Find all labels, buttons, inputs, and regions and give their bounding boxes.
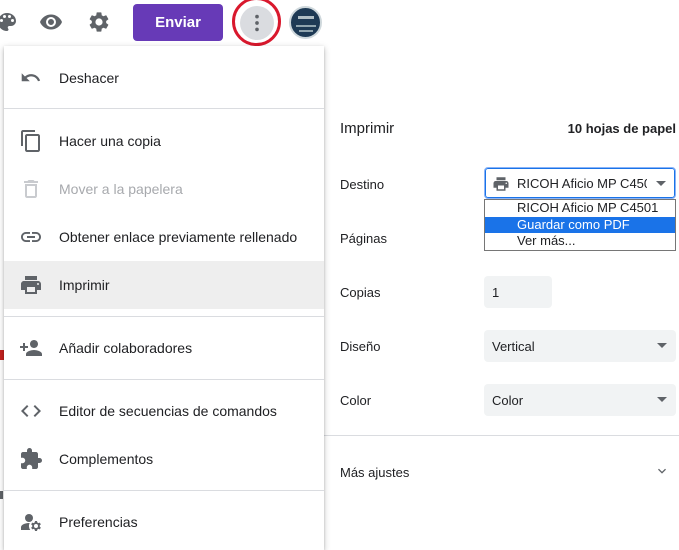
divider: [324, 435, 679, 436]
menu-item-prefilled-link[interactable]: Obtener enlace previamente rellenado: [4, 213, 324, 261]
chevron-down-icon: [657, 397, 667, 402]
puzzle-icon: [19, 447, 43, 471]
expand-more-icon[interactable]: [654, 463, 670, 479]
color-select[interactable]: Color: [484, 384, 676, 416]
destination-option[interactable]: Ver más...: [485, 233, 675, 250]
menu-item-undo[interactable]: Deshacer: [4, 54, 324, 102]
destination-value: RICOH Aficio MP C4501: [517, 175, 647, 191]
chevron-down-icon: [656, 181, 666, 186]
person-settings-icon: [19, 510, 43, 534]
menu-item-label: Añadir colaboradores: [59, 340, 193, 356]
menu-item-make-copy[interactable]: Hacer una copia: [4, 117, 324, 165]
menu-item-label: Deshacer: [59, 70, 119, 86]
print-title: Imprimir: [340, 120, 395, 137]
preview-icon[interactable]: [38, 9, 64, 35]
chevron-down-icon: [657, 343, 667, 348]
color-value: Color: [492, 392, 524, 408]
link-icon: [19, 225, 43, 249]
background-mark: [0, 491, 3, 499]
menu-item-preferences[interactable]: Preferencias: [4, 498, 324, 546]
undo-icon: [19, 66, 43, 90]
menu-item-label: Mover a la papelera: [59, 181, 183, 197]
settings-icon[interactable]: [86, 9, 112, 35]
menu-item-print[interactable]: Imprimir: [4, 261, 324, 309]
layout-label: Diseño: [340, 339, 381, 354]
layout-select[interactable]: Vertical: [484, 330, 676, 362]
divider: [4, 108, 324, 109]
destination-options-list: RICOH Aficio MP C4501 Guardar como PDF V…: [484, 199, 676, 251]
layout-value: Vertical: [492, 338, 535, 354]
divider: [4, 316, 324, 317]
menu-item-label: Editor de secuencias de comandos: [59, 403, 277, 419]
print-icon: [19, 273, 43, 297]
pages-label: Páginas: [340, 231, 387, 246]
destination-option[interactable]: RICOH Aficio MP C4501: [485, 200, 675, 217]
menu-item-script-editor[interactable]: Editor de secuencias de comandos: [4, 387, 324, 435]
send-button[interactable]: Enviar: [133, 4, 223, 41]
highlight-circle-annotation: [232, 0, 281, 46]
divider: [4, 490, 324, 491]
avatar[interactable]: [289, 6, 322, 39]
menu-item-move-to-trash: Mover a la papelera: [4, 165, 324, 213]
destination-label: Destino: [340, 177, 385, 192]
color-label: Color: [340, 393, 372, 408]
more-settings-toggle[interactable]: Más ajustes: [340, 465, 409, 480]
printer-icon: [493, 177, 509, 191]
more-options-menu: Deshacer Hacer una copia Mover a la pape…: [4, 46, 324, 550]
sheet-count: 10 hojas de papel: [567, 121, 676, 136]
add-people-icon: [19, 336, 43, 360]
copy-icon: [19, 129, 43, 153]
menu-item-add-collaborators[interactable]: Añadir colaboradores: [4, 324, 324, 372]
divider: [4, 379, 324, 380]
print-dialog: Imprimir 10 hojas de papel Destino RICOH…: [324, 100, 679, 550]
toolbar: Enviar: [0, 0, 679, 46]
code-icon: [19, 399, 43, 423]
destination-select[interactable]: RICOH Aficio MP C4501: [484, 167, 676, 199]
menu-item-label: Obtener enlace previamente rellenado: [59, 229, 298, 245]
trash-icon: [19, 177, 43, 201]
menu-item-label: Preferencias: [59, 514, 138, 530]
menu-item-label: Imprimir: [59, 277, 110, 293]
copies-label: Copias: [340, 285, 381, 300]
menu-item-add-ons[interactable]: Complementos: [4, 435, 324, 483]
destination-option-selected[interactable]: Guardar como PDF: [485, 216, 675, 234]
copies-field[interactable]: 1: [484, 276, 552, 308]
menu-item-label: Complementos: [59, 451, 154, 467]
menu-item-label: Hacer una copia: [59, 133, 161, 149]
palette-icon[interactable]: [0, 9, 20, 35]
